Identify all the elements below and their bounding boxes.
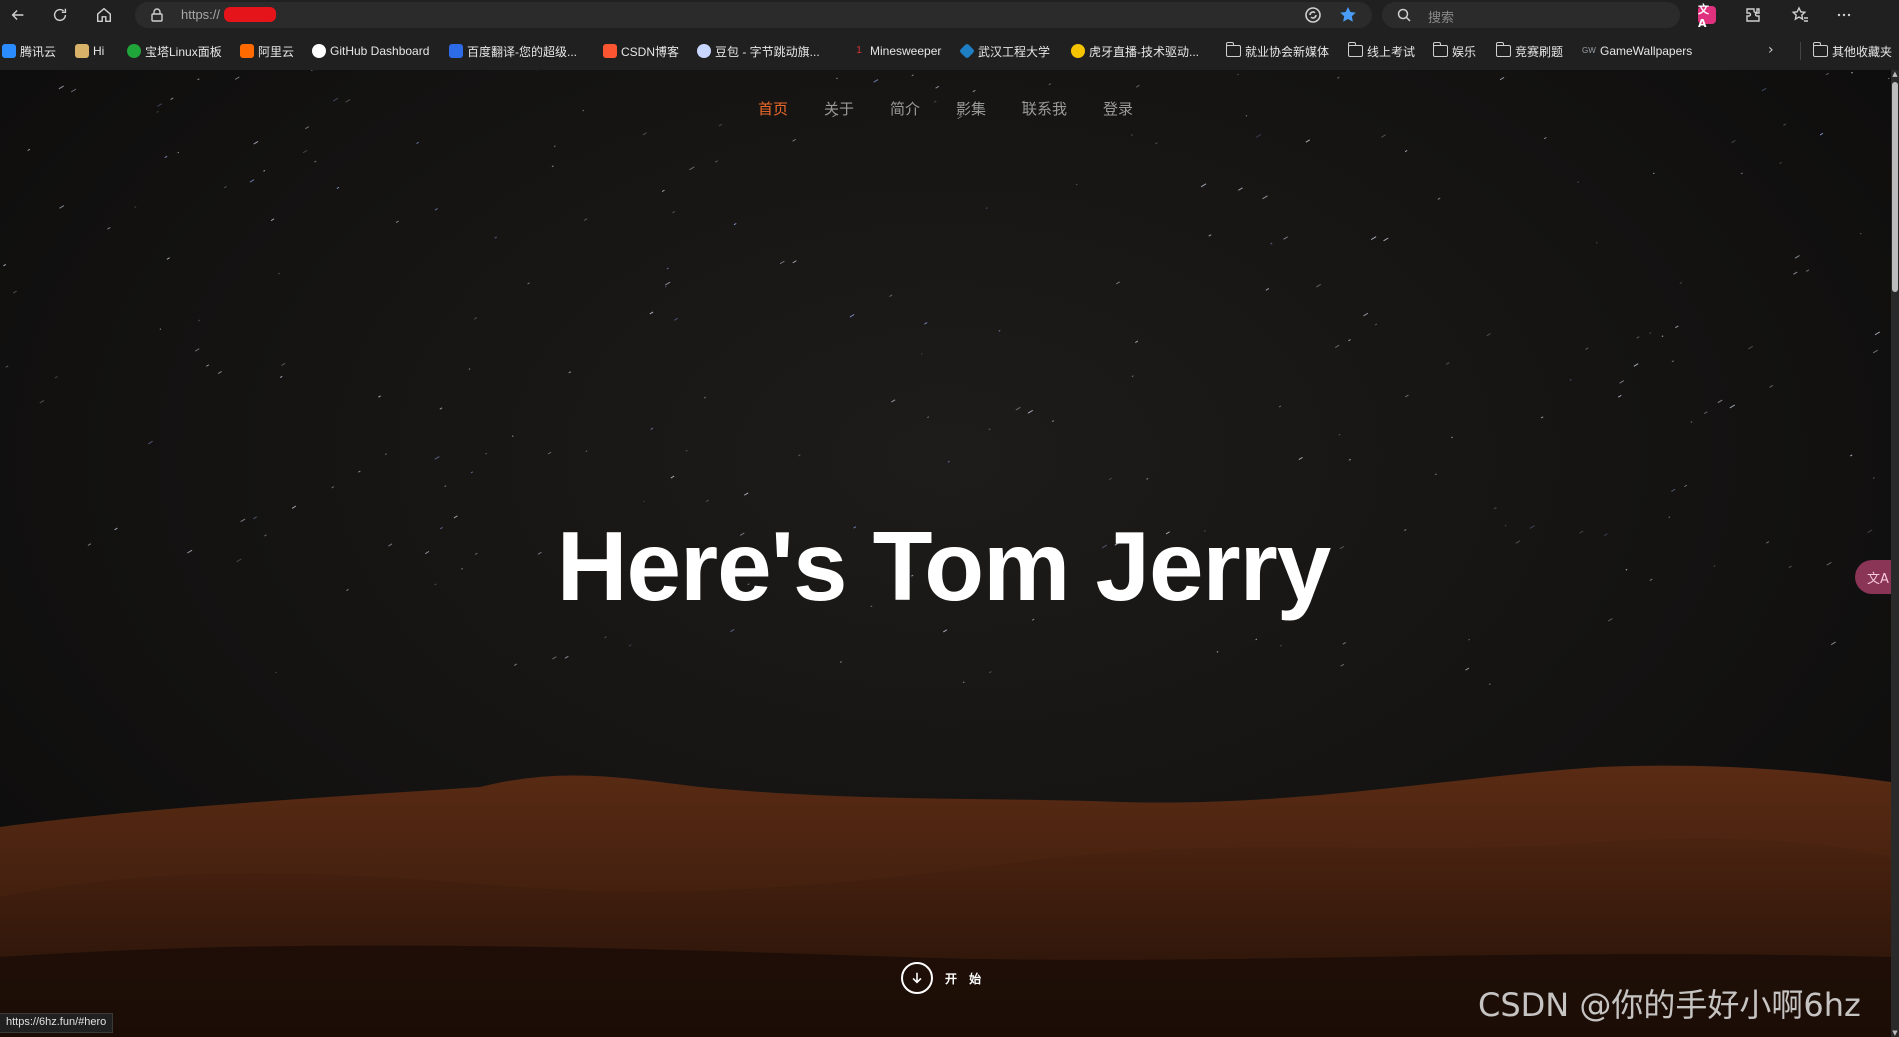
bookmark-folder[interactable]: 就业协会新媒体: [1226, 42, 1329, 60]
scroll-up-icon[interactable]: ▲: [1891, 70, 1899, 78]
minesweeper-icon: 1: [852, 44, 866, 58]
bookmark-item[interactable]: 宝塔Linux面板: [127, 42, 222, 60]
scroll-thumb[interactable]: [1892, 82, 1898, 292]
search-box[interactable]: 搜索: [1382, 2, 1680, 28]
bookmark-item[interactable]: 腾讯云: [2, 42, 56, 60]
more-menu-icon[interactable]: [1832, 3, 1856, 27]
nav-contact[interactable]: 联系我: [1022, 98, 1067, 119]
bookmark-item[interactable]: 虎牙直播-技术驱动...: [1071, 42, 1199, 60]
folder-icon: [1813, 42, 1828, 57]
nav-gallery[interactable]: 影集: [956, 98, 986, 119]
start-button[interactable]: 开 始: [901, 962, 985, 994]
start-label: 开 始: [945, 971, 986, 986]
csdn-watermark: CSDN @你的手好小啊6hz: [1478, 986, 1861, 1024]
avatar-icon: [75, 44, 89, 58]
lock-icon[interactable]: [149, 7, 165, 23]
bookmark-item[interactable]: 武汉工程大学: [959, 42, 1050, 60]
hero-title: Here's Tom Jerry: [556, 511, 1332, 621]
address-bar[interactable]: https://: [135, 2, 1372, 28]
bookmark-folder[interactable]: 线上考试: [1348, 42, 1415, 60]
scroll-down-icon[interactable]: ▼: [1891, 1029, 1899, 1037]
arrow-down-icon: [901, 962, 933, 994]
url-text: https://: [181, 7, 221, 22]
aliyun-icon: [240, 44, 254, 58]
status-url: https://6hz.fun/#hero: [0, 1013, 114, 1033]
cloud-icon: [2, 44, 16, 58]
browser-window: https:// 搜索 文A 腾讯云 Hi 宝塔Linux面板 阿里云 GitH…: [0, 0, 1899, 1037]
bookmark-item[interactable]: 1 Minesweeper: [852, 42, 941, 60]
nav-login[interactable]: 登录: [1103, 98, 1133, 119]
page-viewport: 首页 关于 简介 影集 联系我 登录 Here's Tom Jerry 开 始 …: [0, 70, 1891, 1037]
bookmark-item[interactable]: GW GameWallpapers: [1582, 42, 1692, 60]
immersive-reader-icon[interactable]: [1304, 6, 1322, 24]
bookmark-item[interactable]: 阿里云: [240, 42, 294, 60]
divider: [1800, 42, 1801, 60]
huya-icon: [1071, 44, 1085, 58]
nav-home[interactable]: 首页: [758, 98, 788, 119]
github-icon: [312, 44, 326, 58]
favorite-star-icon[interactable]: [1338, 5, 1358, 25]
site-navigation: 首页 关于 简介 影集 联系我 登录: [0, 98, 1891, 119]
refresh-icon[interactable]: [46, 2, 74, 28]
bookmark-item[interactable]: GitHub Dashboard: [312, 42, 429, 60]
doubao-icon: [697, 44, 711, 58]
bookmark-item[interactable]: CSDN博客: [603, 42, 679, 60]
search-placeholder: 搜索: [1428, 11, 1455, 26]
other-favorites-folder[interactable]: 其他收藏夹: [1813, 42, 1892, 60]
university-icon: [959, 43, 975, 59]
extensions-icon[interactable]: [1741, 3, 1765, 27]
bookmark-folder[interactable]: 竞赛刷题: [1496, 42, 1563, 60]
gamewallpapers-icon: GW: [1582, 46, 1596, 55]
home-icon[interactable]: [90, 2, 118, 28]
redacted-domain: [224, 7, 276, 22]
search-icon: [1396, 7, 1412, 23]
floating-translate-button[interactable]: 文A: [1855, 560, 1891, 594]
folder-icon: [1433, 42, 1448, 57]
folder-icon: [1226, 42, 1241, 57]
baidu-translate-icon: [449, 44, 463, 58]
nav-about[interactable]: 关于: [824, 98, 854, 119]
csdn-icon: [603, 44, 617, 58]
translate-extension-icon[interactable]: 文A: [1698, 3, 1716, 30]
bookmark-item[interactable]: 豆包 - 字节跳动旗...: [697, 42, 820, 60]
chevron-right-icon[interactable]: ›: [1768, 42, 1774, 58]
folder-icon: [1348, 42, 1363, 57]
nav-intro[interactable]: 简介: [890, 98, 920, 119]
bookmarks-bar: 腾讯云 Hi 宝塔Linux面板 阿里云 GitHub Dashboard 百度…: [0, 30, 1899, 70]
page-scrollbar[interactable]: ▲ ▼: [1891, 70, 1899, 1037]
folder-icon: [1496, 42, 1511, 57]
bookmark-folder[interactable]: 娱乐: [1433, 42, 1476, 60]
favorites-icon[interactable]: [1788, 3, 1812, 27]
baota-icon: [127, 44, 141, 58]
back-icon[interactable]: [4, 2, 32, 28]
bookmark-item[interactable]: 百度翻译-您的超级...: [449, 42, 577, 60]
bookmark-item[interactable]: Hi: [75, 42, 104, 60]
browser-toolbar: https:// 搜索 文A: [0, 0, 1899, 30]
